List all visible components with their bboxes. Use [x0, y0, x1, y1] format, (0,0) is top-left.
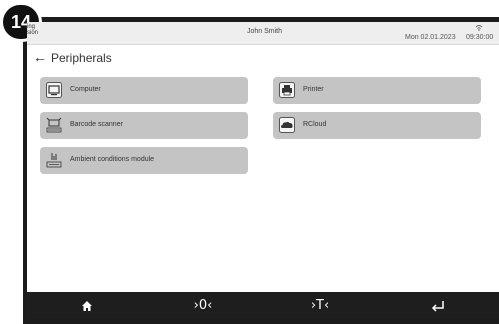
page-title: Peripherals	[51, 51, 112, 65]
bottom-navigation-bar: ›0‹ ›T‹	[27, 292, 499, 319]
peripheral-printer[interactable]: Printer	[273, 77, 481, 104]
status-time: 09:30:00	[466, 34, 494, 41]
enter-icon	[431, 300, 444, 312]
user-name: John Smith	[247, 28, 283, 35]
zero-button[interactable]: ›0‹	[168, 292, 238, 319]
printer-icon	[279, 82, 295, 98]
peripheral-rcloud[interactable]: RCloud	[273, 112, 481, 139]
tare-label: ›T‹	[310, 298, 330, 313]
enter-button[interactable]	[403, 292, 473, 319]
peripheral-label: RCloud	[303, 121, 327, 128]
peripheral-ambient-conditions-module[interactable]: Ambient conditions module	[40, 147, 248, 174]
back-arrow-icon[interactable]: ←	[33, 50, 47, 64]
ambient-module-icon	[46, 153, 62, 168]
peripheral-label: Printer	[303, 86, 324, 93]
monitor-icon	[46, 82, 62, 98]
wifi-icon	[475, 25, 483, 31]
status-left-text: ing sion	[27, 24, 38, 36]
peripheral-barcode-scanner[interactable]: Barcode scanner	[40, 112, 248, 139]
status-bar: ing sion John Smith Mon 02.01.2023 09:30…	[27, 22, 499, 45]
home-button[interactable]	[52, 292, 122, 319]
status-date: Mon 02.01.2023	[405, 34, 456, 41]
barcode-scanner-icon	[46, 117, 62, 133]
peripheral-label: Barcode scanner	[70, 121, 123, 128]
tare-button[interactable]: ›T‹	[285, 292, 355, 319]
cloud-icon	[279, 117, 295, 133]
peripheral-label: Ambient conditions module	[70, 156, 155, 163]
peripheral-label: Computer	[70, 86, 101, 93]
screen: ing sion John Smith Mon 02.01.2023 09:30…	[27, 22, 499, 292]
status-left-line2: sion	[27, 30, 39, 36]
peripheral-computer[interactable]: Computer	[40, 77, 248, 104]
status-icons	[474, 24, 494, 34]
home-icon	[82, 300, 92, 311]
zero-label: ›0‹	[193, 298, 213, 313]
